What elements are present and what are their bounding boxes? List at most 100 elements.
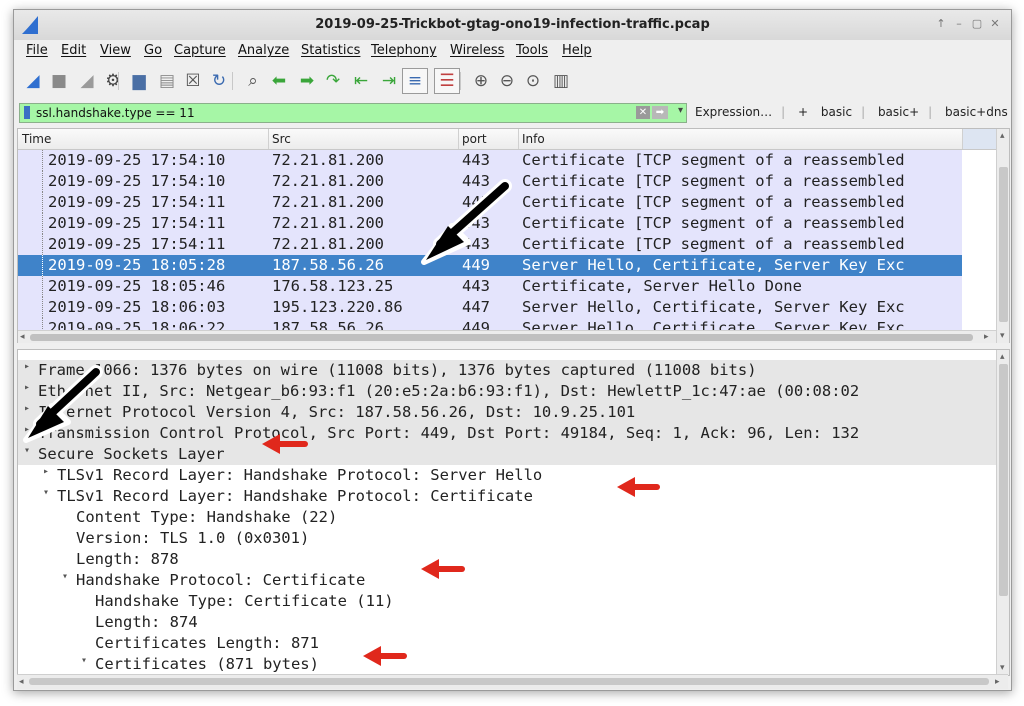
start-capture-icon[interactable]: ◢ [20, 68, 46, 94]
find-packet-icon[interactable]: ⌕ [240, 68, 266, 94]
reload-file-icon[interactable]: ↻ [206, 68, 232, 94]
collapse-arrow-icon[interactable]: ▾ [24, 445, 30, 456]
detail-row[interactable]: Length: 878 [18, 549, 996, 570]
normal-size-icon[interactable]: ⊙ [520, 68, 546, 94]
go-forward-icon[interactable]: ➡ [294, 68, 320, 94]
packet-row[interactable]: 2019-09-25 17:54:11 72.21.81.200 443 Certif… [18, 213, 962, 234]
restart-capture-icon[interactable]: ◢ [74, 68, 100, 94]
packet-details-hscrollbar[interactable]: ◂ ▸ [17, 674, 1008, 689]
packet-list-hscrollbar[interactable]: ◂ ▸ [18, 330, 996, 343]
stop-capture-icon[interactable]: ■ [46, 68, 72, 94]
bookmark-icon[interactable] [24, 106, 30, 119]
filter-button-basic[interactable]: basic [821, 105, 852, 119]
expand-arrow-icon[interactable]: ▸ [24, 382, 30, 393]
menu-tools[interactable]: Tools [516, 43, 548, 58]
detail-row[interactable]: ▸ TLSv1 Record Layer: Handshake Protocol:… [18, 465, 996, 486]
collapse-arrow-icon[interactable]: ▾ [81, 655, 87, 666]
detail-label: Certificates (871 bytes) [95, 655, 319, 673]
column-header-time[interactable]: Time [22, 132, 51, 146]
packet-cell-src: 72.21.81.200 [272, 172, 384, 190]
tree-guide [42, 276, 44, 297]
window-shade-button[interactable]: ↑ [933, 16, 949, 32]
colorize-icon[interactable]: ☰ [434, 68, 460, 94]
detail-row[interactable]: ▸ Frame 1066: 1376 bytes on wire (11008 b… [18, 360, 996, 381]
apply-filter-icon[interactable]: ➡ [652, 106, 668, 119]
filter-history-dropdown-icon[interactable]: ▾ [678, 105, 683, 116]
expand-arrow-icon[interactable]: ▸ [24, 424, 30, 435]
go-back-icon[interactable]: ⬅ [266, 68, 292, 94]
detail-row[interactable]: ▸ Internet Protocol Version 4, Src: 187.5… [18, 402, 996, 423]
first-packet-icon[interactable]: ⇤ [348, 68, 374, 94]
menu-statistics[interactable]: Statistics [301, 43, 360, 58]
menu-file[interactable]: File [26, 43, 48, 58]
clear-filter-icon[interactable]: ✕ [636, 106, 650, 119]
menu-capture[interactable]: Capture [174, 43, 226, 58]
expand-arrow-icon[interactable]: ▸ [43, 466, 49, 477]
menu-edit[interactable]: Edit [61, 43, 86, 58]
filter-button-basic-plus[interactable]: basic+ [878, 105, 919, 119]
filter-text[interactable]: ssl.handshake.type == 11 [36, 106, 195, 120]
expand-arrow-icon[interactable]: ▸ [24, 403, 30, 414]
packet-details-vscrollbar[interactable]: ▴ ▾ [996, 350, 1009, 675]
collapse-arrow-icon[interactable]: ▾ [62, 571, 68, 582]
menu-go[interactable]: Go [144, 43, 162, 58]
go-to-packet-icon[interactable]: ↷ [320, 68, 346, 94]
packet-cell-src: 195.123.220.86 [272, 298, 403, 316]
detail-row[interactable]: ▾ Handshake Protocol: Certificate [18, 570, 996, 591]
save-file-icon[interactable]: ▤ [154, 68, 180, 94]
detail-row[interactable]: ▾ TLSv1 Record Layer: Handshake Protocol:… [18, 486, 996, 507]
detail-label: Version: TLS 1.0 (0x0301) [76, 529, 310, 547]
detail-row[interactable]: Handshake Type: Certificate (11) [18, 591, 996, 612]
expression-button[interactable]: Expression… [695, 105, 772, 119]
detail-label: Internet Protocol Version 4, Src: 187.58… [38, 403, 636, 421]
column-header-src[interactable]: Src [272, 132, 291, 146]
close-window-button[interactable]: ✕ [987, 16, 1003, 32]
packet-row[interactable]: 2019-09-25 17:54:11 72.21.81.200 443 Certif… [18, 234, 962, 255]
last-packet-icon[interactable]: ⇥ [376, 68, 402, 94]
autoscroll-icon[interactable]: ≡ [402, 68, 428, 94]
detail-row[interactable]: Version: TLS 1.0 (0x0301) [18, 528, 996, 549]
display-filter-bar: ssl.handshake.type == 11 ✕ ➡ ▾ Expressio… [14, 101, 1011, 125]
menu-analyze[interactable]: Analyze [238, 43, 289, 58]
packet-cell-port: 443 [462, 172, 490, 190]
packet-row[interactable]: 2019-09-25 17:54:11 72.21.81.200 443 Certif… [18, 192, 962, 213]
packet-cell-src: 72.21.81.200 [272, 193, 384, 211]
packet-row[interactable]: 2019-09-25 18:06:03 195.123.220.86 447 Serv… [18, 297, 962, 318]
packet-row[interactable]: 2019-09-25 17:54:10 72.21.81.200 443 Certif… [18, 171, 962, 192]
menu-telephony[interactable]: Telephony [371, 43, 437, 58]
window-controls: ↑ – ▢ ✕ [933, 16, 1003, 32]
open-file-icon[interactable]: ▆ [126, 68, 152, 94]
window-title: 2019-09-25-Trickbot-gtag-ono19-infection… [315, 17, 710, 32]
detail-row[interactable]: ▾ Secure Sockets Layer [18, 444, 996, 465]
capture-options-icon[interactable]: ⚙ [100, 68, 126, 94]
expand-arrow-icon[interactable]: ▸ [24, 361, 30, 372]
minimize-button[interactable]: – [951, 16, 967, 32]
collapse-arrow-icon[interactable]: ▾ [43, 487, 49, 498]
column-header-info[interactable]: Info [522, 132, 545, 146]
detail-row[interactable]: Content Type: Handshake (22) [18, 507, 996, 528]
detail-row[interactable]: ▾ Certificates (871 bytes) [18, 654, 996, 675]
detail-row[interactable]: ▸ Ethernet II, Src: Netgear_b6:93:f1 (20:… [18, 381, 996, 402]
tree-guide [42, 213, 44, 234]
detail-row[interactable]: ▸ Transmission Control Protocol, Src Port… [18, 423, 996, 444]
packet-row[interactable]: 2019-09-25 17:54:10 72.21.81.200 443 Certif… [18, 150, 962, 171]
detail-row[interactable]: Length: 874 [18, 612, 996, 633]
zoom-out-icon[interactable]: ⊖ [494, 68, 520, 94]
packet-cell-info: Certificate [TCP segment of a reassemble… [522, 151, 905, 169]
menu-help[interactable]: Help [562, 43, 592, 58]
packet-list-vscrollbar[interactable]: ▴ ▾ [996, 129, 1009, 343]
add-filter-button[interactable]: + [798, 105, 808, 119]
display-filter-input[interactable]: ssl.handshake.type == 11 ✕ ➡ ▾ [19, 103, 687, 123]
packet-row[interactable]: 2019-09-25 18:05:28 187.58.56.26 449 Server… [18, 255, 962, 276]
maximize-button[interactable]: ▢ [969, 16, 985, 32]
menu-view[interactable]: View [100, 43, 131, 58]
resize-columns-icon[interactable]: ▥ [548, 68, 574, 94]
toolbar-separator [460, 72, 461, 90]
detail-row[interactable]: Certificates Length: 871 [18, 633, 996, 654]
filter-button-basic-dns[interactable]: basic+dns [945, 105, 1008, 119]
close-file-icon[interactable]: ☒ [180, 68, 206, 94]
column-header-port[interactable]: port [462, 132, 487, 146]
packet-row[interactable]: 2019-09-25 18:05:46 176.58.123.25 443 Certi… [18, 276, 962, 297]
menu-wireless[interactable]: Wireless [450, 43, 504, 58]
zoom-in-icon[interactable]: ⊕ [468, 68, 494, 94]
